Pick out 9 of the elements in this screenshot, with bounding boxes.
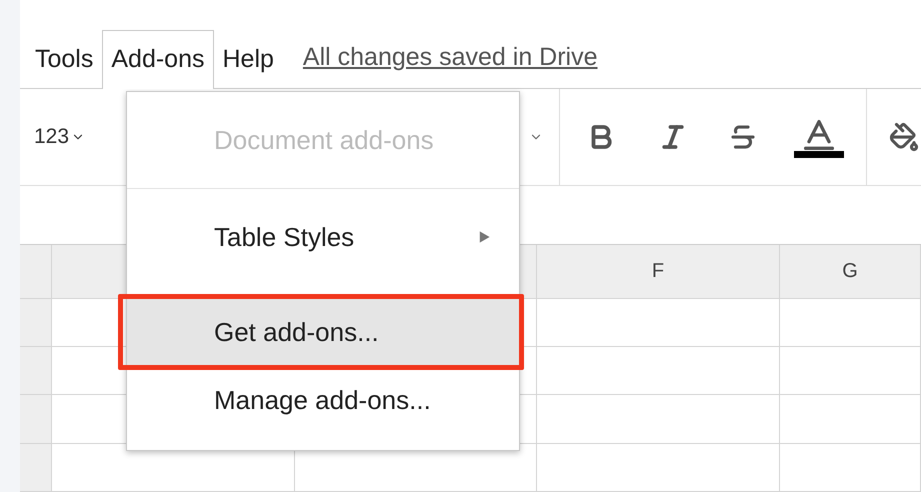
save-status-link[interactable]: All changes saved in Drive [302, 28, 598, 88]
menu-item[interactable]: Table Styles [127, 212, 519, 262]
menu-item[interactable]: Tools [26, 30, 102, 89]
number-format-button[interactable]: 123 [34, 124, 86, 149]
menu-item[interactable]: Help [214, 30, 283, 89]
menu-item[interactable]: Add-ons [102, 30, 214, 89]
column-header[interactable]: F [537, 244, 780, 299]
column-header[interactable]: G [780, 244, 921, 299]
menu-item[interactable]: Manage add-ons... [127, 375, 519, 425]
